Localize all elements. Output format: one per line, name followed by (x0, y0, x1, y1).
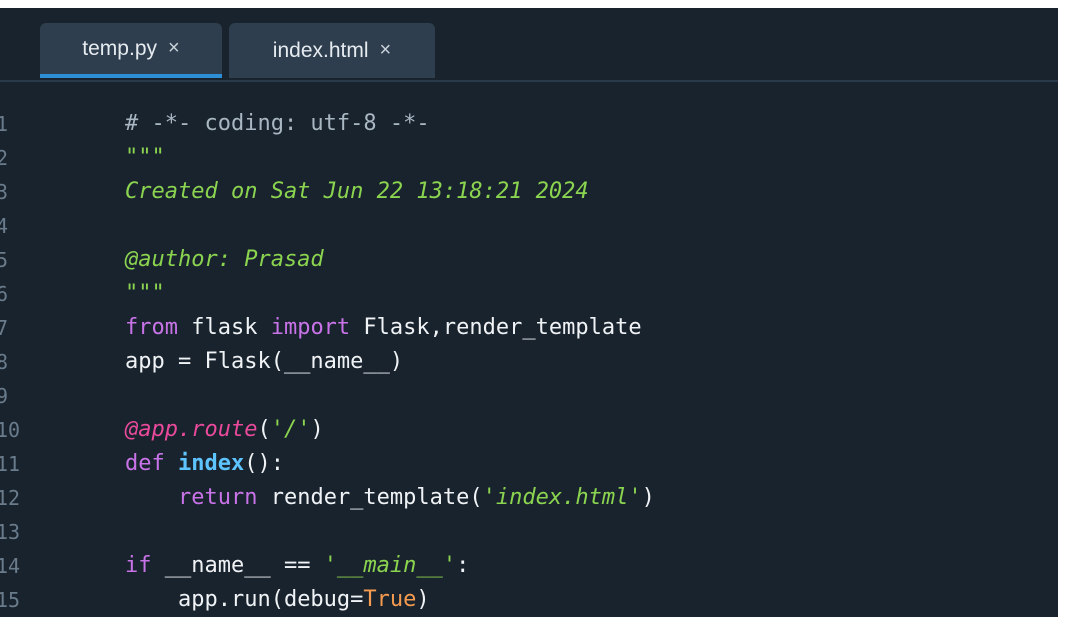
signature: (): (244, 451, 284, 476)
code-line: @author: Prasad (113, 243, 324, 277)
paren: ( (257, 417, 271, 442)
keyword: return (177, 485, 258, 510)
keyword: import (270, 315, 351, 340)
line-number: 10 (0, 418, 21, 442)
constant: True (363, 587, 417, 612)
tab-temp-py[interactable]: temp.py × (40, 23, 222, 78)
paren: ) (310, 417, 324, 442)
keyword: def (125, 451, 165, 476)
line-number: 4 (0, 214, 9, 238)
close-icon[interactable]: × (168, 37, 180, 60)
line-number: 3 (0, 180, 9, 204)
line-number: 12 (0, 486, 21, 510)
code-line: """ (113, 277, 219, 311)
import-names: Flask,render_template (350, 315, 642, 340)
comment: # -*- coding: utf-8 -*- (125, 111, 430, 136)
docstring: @author: Prasad (125, 247, 324, 272)
code-line: # -*- coding: utf-8 -*- (113, 107, 430, 141)
tab-index-html[interactable]: index.html × (229, 23, 435, 78)
editor-window: temp.py × index.html × 1 2 3 4 5 6 7 8 9… (0, 0, 1071, 617)
line-number: 8 (0, 350, 9, 374)
paren: ) (641, 485, 655, 510)
code-text-area[interactable]: # -*- coding: utf-8 -*- """ Created on S… (113, 82, 1058, 617)
tab-label: index.html (272, 38, 369, 62)
string-literal: 'index.html' (482, 485, 642, 510)
line-number: 14 (0, 554, 21, 578)
code-line: from flask import Flask,render_template (113, 311, 642, 345)
code-line: Created on Sat Jun 22 13:18:21 2024 (113, 175, 589, 209)
tab-label: temp.py (82, 36, 157, 60)
call: app.run(debug= (177, 587, 364, 612)
decorator: @app.route (125, 417, 258, 442)
statement: app = Flask(__name__) (125, 349, 404, 374)
line-number: 11 (0, 452, 21, 476)
code-line: return render_template('index.html') (113, 481, 655, 515)
code-line: if __name__ == '__main__': (113, 549, 469, 583)
call: render_template( (257, 485, 483, 510)
close-icon[interactable]: × (380, 39, 392, 62)
code-line: app.run(debug=True) (113, 583, 430, 617)
line-number: 16 (0, 609, 36, 617)
line-number: 6 (0, 282, 9, 306)
line-number: 9 (0, 384, 9, 408)
line-number: 1 (0, 112, 9, 136)
code-editor: temp.py × index.html × 1 2 3 4 5 6 7 8 9… (0, 8, 1058, 617)
line-number-gutter: 1 2 3 4 5 6 7 8 9 10 11 12 13 14 15 16 (0, 82, 113, 617)
code-line: @app.route('/') (113, 413, 324, 447)
docstring: Created on Sat Jun 22 13:18:21 2024 (125, 179, 589, 204)
docstring: """ (125, 281, 165, 306)
module-name: flask (177, 315, 271, 340)
tab-bar: temp.py × index.html × (0, 8, 1058, 82)
keyword: from (125, 315, 178, 340)
line-number: 2 (0, 146, 9, 170)
colon: : (456, 553, 470, 578)
code-line: """ (113, 141, 219, 175)
line-number: 7 (0, 316, 9, 340)
expression: __name__ == (151, 553, 324, 578)
line-number: 5 (0, 248, 9, 272)
string-literal: '/' (270, 417, 311, 442)
line-number: 13 (0, 520, 21, 544)
function-name: index (178, 451, 245, 476)
code-line: app = Flask(__name__) (113, 345, 403, 379)
code-line: def index(): (113, 447, 284, 481)
docstring: """ (125, 145, 165, 170)
keyword: if (125, 553, 152, 578)
string-literal: '__main__' (323, 553, 457, 578)
paren: ) (416, 587, 430, 612)
